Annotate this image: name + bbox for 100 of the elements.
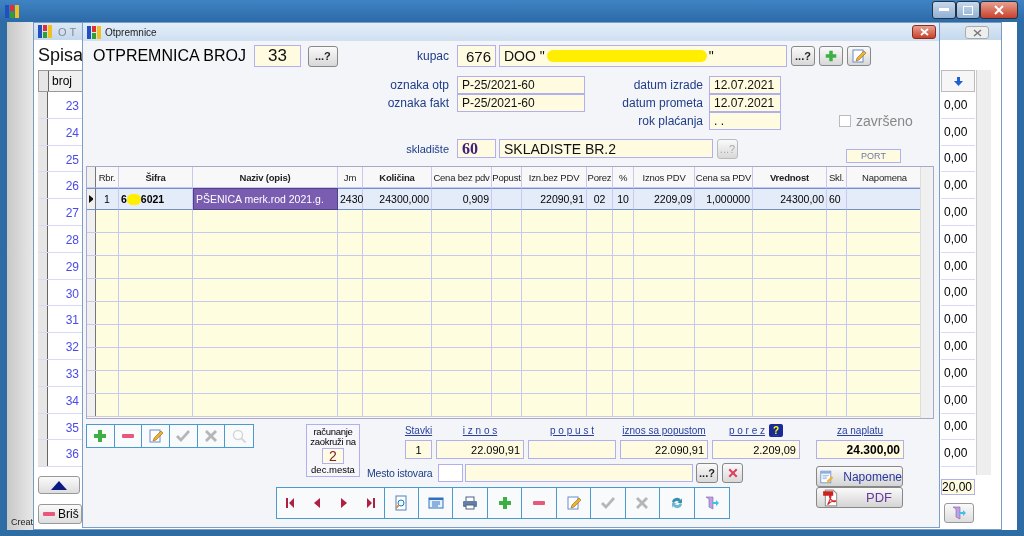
edit-button[interactable]: [142, 425, 170, 447]
pencil-icon: [565, 495, 582, 511]
field-label: skladište: [406, 142, 450, 155]
total-field: 22.090,91: [620, 440, 708, 459]
unloading-field[interactable]: [465, 464, 693, 482]
app-icon: [87, 25, 101, 39]
list-cell-text: 28: [64, 232, 80, 249]
row-header: [38, 252, 48, 279]
total-label[interactable]: i z n o s: [462, 425, 498, 436]
edit-button[interactable]: [847, 46, 871, 66]
lookup-button[interactable]: ...?: [791, 46, 815, 66]
reference-field[interactable]: P-25/2021-60: [457, 94, 585, 112]
list-cell-text: 33: [64, 365, 80, 383]
column-header[interactable]: Cena bez pdv: [432, 167, 492, 188]
exit-button[interactable]: [944, 503, 974, 523]
minimize-button[interactable]: [932, 1, 956, 19]
total-label[interactable]: p o p u s t: [550, 425, 594, 436]
plus-icon: [824, 49, 838, 63]
column-header[interactable]: Napomena: [847, 167, 923, 188]
remove-button[interactable]: [114, 425, 143, 447]
date-field[interactable]: 12.07.2021: [709, 94, 781, 112]
scrollbar[interactable]: [920, 167, 933, 418]
column-header[interactable]: Porez: [587, 167, 613, 188]
row-header[interactable]: [87, 188, 96, 210]
column-header[interactable]: Skl.: [827, 167, 847, 188]
total-label[interactable]: iznos sa popustom: [622, 425, 706, 436]
add-button[interactable]: [87, 425, 115, 447]
unloading-code-field[interactable]: [438, 464, 463, 482]
column-header[interactable]: Izn.bez PDV: [522, 167, 587, 188]
notes-button[interactable]: Napomene: [816, 466, 903, 487]
warehouse-code-field[interactable]: 60: [457, 139, 496, 158]
column-header[interactable]: Rbr.: [96, 167, 119, 188]
maximize-button[interactable]: [956, 1, 980, 19]
row-header: [38, 440, 48, 467]
lookup-button[interactable]: ...?: [696, 463, 718, 483]
column-header[interactable]: Vrednost: [753, 167, 827, 188]
total-field: 20,00: [941, 479, 975, 495]
column-header[interactable]: Jm: [338, 167, 363, 188]
pencil-icon: [147, 428, 164, 444]
column-header[interactable]: Iznos PDV: [634, 167, 695, 188]
total-label[interactable]: za naplatu: [836, 424, 884, 437]
row-header: [38, 172, 48, 199]
help-button[interactable]: ?: [769, 424, 784, 437]
rounding-caption: računanje zaokruži na: [309, 427, 357, 447]
table-cell: 24300,00: [753, 188, 827, 210]
delete-button[interactable]: Briš: [38, 504, 82, 524]
table-cell: 2430: [338, 188, 363, 210]
door-arrow-icon: [703, 495, 720, 511]
reference-field[interactable]: P-25/2021-60: [457, 76, 585, 94]
customer-code-field[interactable]: 676: [457, 45, 496, 67]
column-header[interactable]: Količina: [363, 167, 432, 188]
document-search-icon: [393, 495, 410, 511]
door-arrow-icon: [951, 505, 967, 521]
cell-editor[interactable]: PŠENICA merk.rod 2021.g.: [193, 188, 338, 210]
list-cell-text: 29: [64, 258, 80, 276]
date-field[interactable]: 12.07.2021: [709, 76, 781, 94]
pdf-button[interactable]: PDF: [816, 487, 903, 508]
cross-icon: [726, 467, 739, 479]
check-icon: [599, 495, 616, 511]
field-label: oznaka fakt: [387, 96, 450, 110]
row-header: [38, 306, 48, 333]
list-cell: 0,00: [944, 365, 968, 380]
close-icon: [994, 5, 1004, 15]
minus-icon: [43, 512, 55, 516]
close-button[interactable]: [980, 1, 1018, 19]
date-field[interactable]: . .: [709, 112, 781, 130]
table-cell: [492, 188, 522, 210]
table-cell: 0,909: [432, 188, 492, 210]
code-text: 6: [121, 193, 127, 205]
total-label[interactable]: Stavki: [404, 425, 433, 436]
table-cell: 24300,000: [363, 188, 432, 210]
plus-icon: [92, 428, 109, 444]
close-button[interactable]: [912, 25, 936, 39]
scroll-up-button[interactable]: [38, 476, 80, 494]
cross-icon: [203, 428, 219, 444]
add-button[interactable]: [819, 46, 843, 66]
number-field[interactable]: 33: [253, 45, 301, 67]
column-header[interactable]: Šifra: [119, 167, 193, 188]
list-cell-text: 35: [64, 419, 80, 437]
column-header[interactable]: %: [613, 167, 634, 188]
column-header[interactable]: Popust: [492, 167, 522, 188]
clear-button[interactable]: [722, 463, 743, 483]
row-header: [38, 145, 48, 172]
table-cell: 1,000000: [695, 188, 753, 210]
list-cell-text: 26: [64, 178, 80, 196]
column-header[interactable]: Naziv (opis): [193, 167, 338, 188]
customer-name-text: DOO ": [504, 48, 545, 64]
list-cell-text: 30: [64, 285, 80, 303]
list-cell: 0,00: [944, 97, 968, 112]
warehouse-name-field[interactable]: SKLADISTE BR.2: [499, 139, 713, 158]
decimals-field[interactable]: 2: [322, 448, 344, 464]
total-label[interactable]: p o r e z: [728, 425, 766, 436]
list-cell: 0,00: [944, 285, 968, 300]
close-icon: [972, 28, 982, 37]
column-header[interactable]: Cena sa PDV: [695, 167, 753, 188]
arrow-down-icon: [953, 76, 963, 86]
field-label: datum izrade: [632, 78, 704, 92]
lookup-button[interactable]: ...?: [307, 45, 338, 67]
scrollbar[interactable]: [976, 70, 991, 475]
close-icon: [919, 28, 929, 36]
